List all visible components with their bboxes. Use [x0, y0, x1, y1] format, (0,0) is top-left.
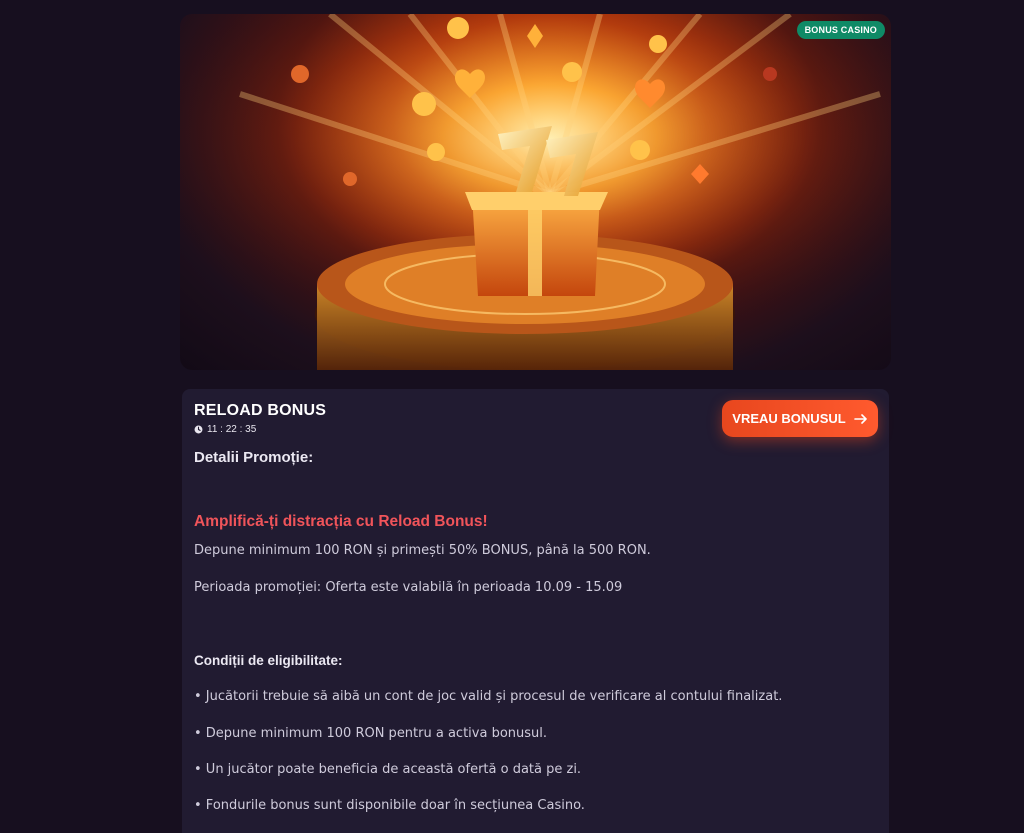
- gift-box-illustration: [180, 14, 891, 370]
- countdown-timer: 11 : 22 : 35: [194, 424, 256, 435]
- promotion-card: RELOAD BONUS 11 : 22 : 35 VREAU BONUSUL …: [182, 389, 889, 833]
- condition-item: • Jucătorii trebuie să aibă un cont de j…: [194, 689, 783, 704]
- promotion-title: RELOAD BONUS: [194, 402, 327, 419]
- arrow-right-icon: [853, 413, 867, 424]
- promotion-description: Depune minimum 100 RON și primești 50% B…: [194, 543, 651, 558]
- promotion-headline: Amplifică-ți distracția cu Reload Bonus!: [194, 513, 488, 530]
- eligibility-heading: Condiții de eligibilitate:: [194, 653, 343, 668]
- claim-bonus-button[interactable]: VREAU BONUSUL: [722, 400, 878, 437]
- condition-item: • Depune minimum 100 RON pentru a activa…: [194, 726, 548, 741]
- clock-icon: [194, 425, 203, 434]
- timer-value: 11 : 22 : 35: [207, 424, 257, 435]
- claim-bonus-label: VREAU BONUSUL: [732, 411, 846, 426]
- promotion-page: BONUS CASINO RELOAD BONUS 11 : 22 : 35 V…: [0, 0, 1024, 833]
- details-heading: Detalii Promoție:: [194, 449, 314, 466]
- condition-item: • Fondurile bonus sunt disponibile doar …: [194, 798, 585, 813]
- hero-banner: BONUS CASINO: [180, 14, 891, 370]
- condition-item: • Un jucător poate beneficia de această …: [194, 762, 582, 777]
- promotion-period: Perioada promoției: Oferta este valabilă…: [194, 580, 623, 595]
- bonus-casino-badge: BONUS CASINO: [796, 21, 885, 39]
